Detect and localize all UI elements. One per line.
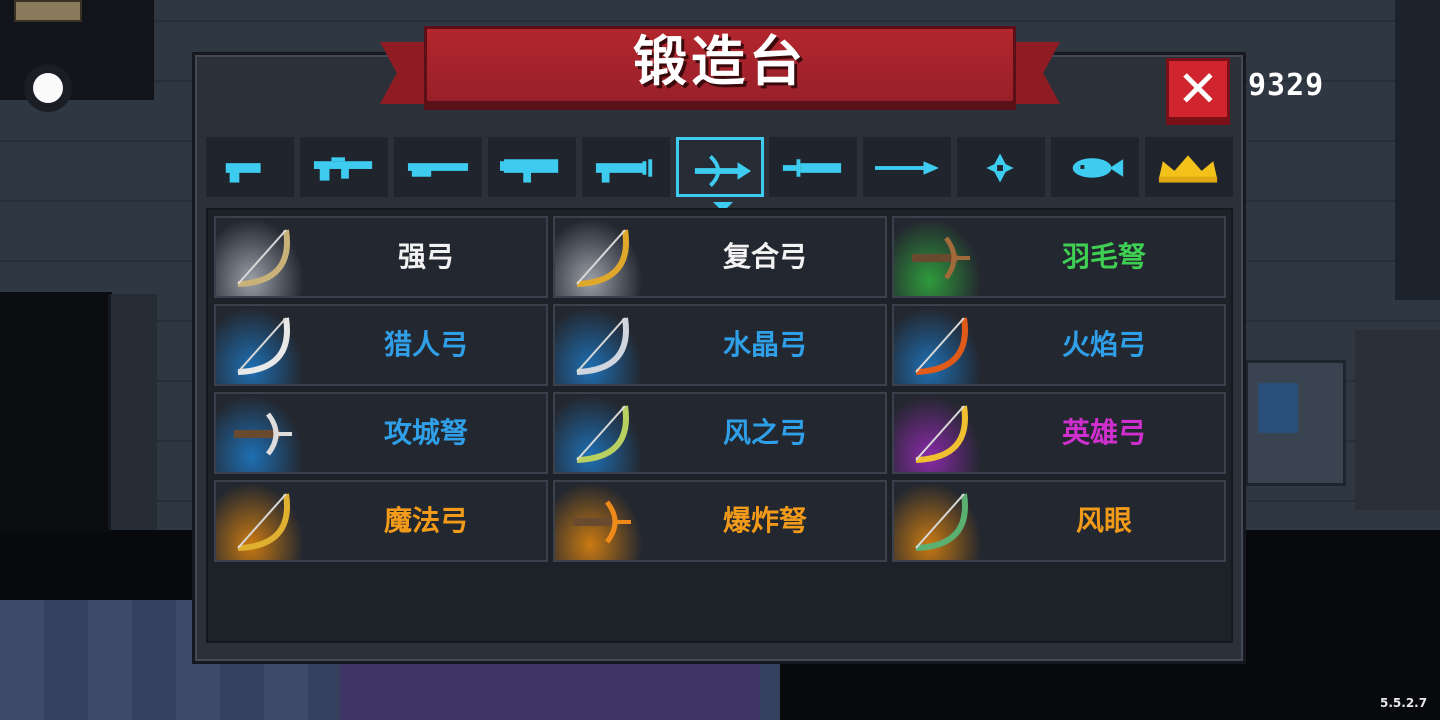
shotgun-icon bbox=[407, 163, 468, 177]
weapon-name: 英雄弓 bbox=[1061, 416, 1146, 449]
weapon-name: 魔法弓 bbox=[383, 504, 468, 537]
weapon-name: 风眼 bbox=[1075, 504, 1132, 537]
weapon-name: 复合弓 bbox=[722, 240, 807, 273]
bow-icon bbox=[902, 224, 982, 290]
weapon-cell[interactable]: 复合弓 bbox=[553, 216, 887, 298]
bow-icon bbox=[224, 488, 304, 554]
weapon-category-tabs bbox=[206, 137, 1233, 212]
weapon-grid: 强弓 复合弓 羽毛弩猎人弓 水晶弓 火焰弓攻城弩 风之弓 英雄弓魔法弓 爆炸弩 风眼 bbox=[206, 208, 1233, 643]
close-button[interactable]: ✕ bbox=[1166, 58, 1230, 120]
title-ribbon: 锻造台 bbox=[424, 26, 1016, 104]
spear-icon bbox=[875, 161, 940, 175]
sign-board bbox=[14, 0, 82, 22]
weapon-name: 爆炸弩 bbox=[722, 504, 807, 537]
sword-icon bbox=[783, 159, 842, 177]
weapon-name: 强弓 bbox=[397, 240, 454, 273]
weapon-cell[interactable]: 魔法弓 bbox=[214, 480, 548, 562]
tab-shotgun[interactable] bbox=[393, 137, 482, 197]
weapon-name: 风之弓 bbox=[722, 416, 807, 449]
launcher-icon bbox=[499, 159, 558, 183]
weapon-name: 攻城弩 bbox=[383, 416, 468, 449]
weapon-cell[interactable]: 英雄弓 bbox=[892, 392, 1226, 474]
weapon-cell[interactable]: 攻城弩 bbox=[214, 392, 548, 474]
rifle-icon bbox=[313, 157, 373, 181]
weapon-cell[interactable]: 爆炸弩 bbox=[553, 480, 887, 562]
joystick-dot[interactable] bbox=[24, 64, 72, 112]
bow-icon bbox=[224, 400, 304, 466]
weapon-name: 水晶弓 bbox=[722, 328, 807, 361]
tab-bow[interactable] bbox=[675, 137, 764, 212]
tab-rifle[interactable] bbox=[299, 137, 388, 197]
bow-icon bbox=[563, 312, 643, 378]
laser-gun-icon bbox=[595, 159, 652, 183]
dark-room-left bbox=[0, 292, 112, 532]
weapon-name: 猎人弓 bbox=[383, 328, 468, 361]
tab-laser-gun[interactable] bbox=[581, 137, 670, 197]
right-pillar bbox=[1395, 0, 1440, 300]
tab-pistol[interactable] bbox=[206, 137, 294, 197]
bow-icon bbox=[563, 224, 643, 290]
bow-icon bbox=[902, 312, 982, 378]
weapon-cell[interactable]: 水晶弓 bbox=[553, 304, 887, 386]
crown-icon bbox=[1158, 155, 1218, 183]
weapon-cell[interactable]: 强弓 bbox=[214, 216, 548, 298]
bow-icon bbox=[224, 224, 304, 290]
tab-crown[interactable] bbox=[1145, 137, 1233, 197]
fish-icon bbox=[1072, 158, 1124, 178]
version-label: 5.5.2.7 bbox=[1380, 696, 1428, 710]
weapon-cell[interactable]: 风之弓 bbox=[553, 392, 887, 474]
bow-icon bbox=[563, 400, 643, 466]
weapon-cell[interactable]: 风眼 bbox=[892, 480, 1226, 562]
close-icon: ✕ bbox=[1177, 60, 1219, 118]
coin-counter: 9329 bbox=[1248, 68, 1325, 103]
pistol-icon bbox=[225, 163, 261, 183]
shuriken-icon bbox=[986, 153, 1014, 183]
weapon-cell[interactable]: 猎人弓 bbox=[214, 304, 548, 386]
door-frame bbox=[108, 294, 157, 530]
bow-icon bbox=[902, 400, 982, 466]
weapon-name: 火焰弓 bbox=[1061, 328, 1146, 361]
bow-icon bbox=[563, 488, 643, 554]
tab-sword[interactable] bbox=[769, 137, 858, 197]
weapon-cell[interactable]: 火焰弓 bbox=[892, 304, 1226, 386]
tab-spear[interactable] bbox=[863, 137, 952, 197]
page-title: 锻造台 bbox=[633, 30, 807, 93]
tab-fish[interactable] bbox=[1051, 137, 1140, 197]
right-shelf bbox=[1355, 330, 1440, 510]
bow-icon bbox=[902, 488, 982, 554]
tab-shuriken[interactable] bbox=[957, 137, 1046, 197]
purple-floor bbox=[340, 660, 760, 720]
bow-icon bbox=[694, 155, 751, 187]
tab-launcher[interactable] bbox=[487, 137, 576, 197]
computer-machine bbox=[1245, 360, 1346, 486]
weapon-cell[interactable]: 羽毛弩 bbox=[892, 216, 1226, 298]
weapon-name: 羽毛弩 bbox=[1061, 240, 1146, 273]
bow-icon bbox=[224, 312, 304, 378]
